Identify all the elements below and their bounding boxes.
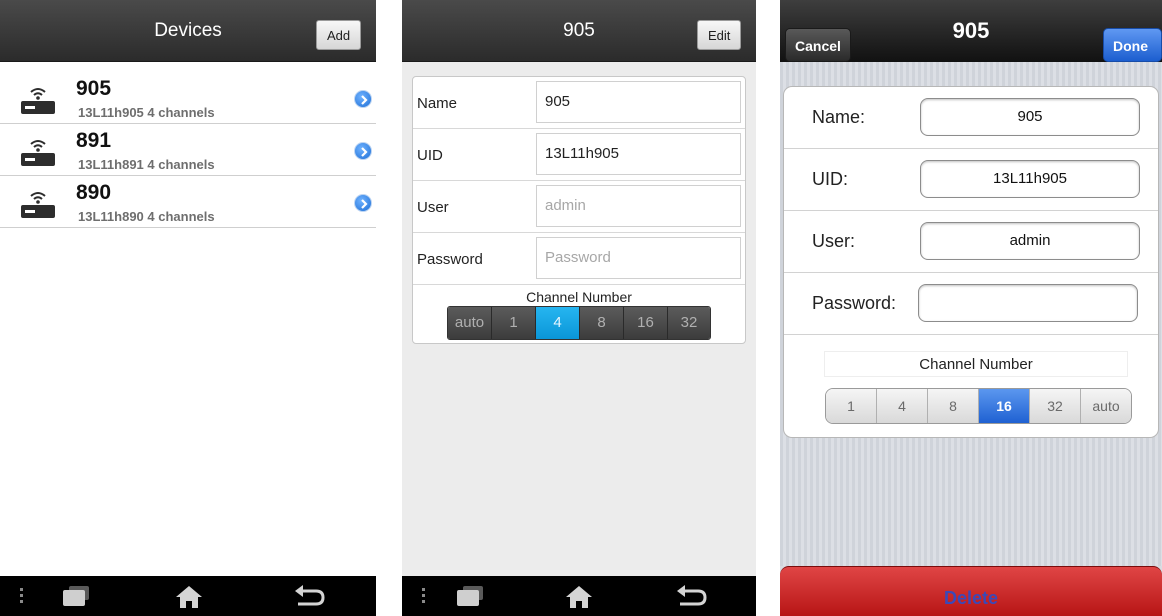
channel-option-32[interactable]: 32 (668, 307, 710, 339)
channel-segmented-control: 1 4 8 16 32 auto (825, 388, 1132, 424)
channel-option-16[interactable]: 16 (979, 389, 1030, 423)
add-button[interactable]: Add (316, 20, 362, 50)
device-subtitle: 13L11h891 4 channels (78, 157, 215, 172)
delete-label: Delete (943, 588, 999, 608)
menu-dots-icon[interactable] (422, 588, 426, 606)
uid-input[interactable]: 13L11h905 (920, 160, 1140, 198)
delete-button[interactable]: Delete (780, 566, 1162, 616)
uid-label: UID: (812, 169, 848, 189)
home-icon[interactable] (564, 584, 594, 610)
channel-option-auto[interactable]: auto (1081, 389, 1131, 423)
device-name: 891 (76, 129, 112, 152)
device-subtitle: 13L11h890 4 channels (78, 209, 215, 224)
recent-apps-icon[interactable] (454, 584, 486, 608)
ios-edit-screen: 905 Cancel Done Name: 905 UID: 13L11h905… (780, 0, 1162, 616)
name-label: Name: (812, 107, 866, 127)
device-row[interactable]: 890 13L11h890 4 channels (0, 176, 376, 228)
uid-row: UID: 13L11h905 (784, 149, 1158, 211)
password-label: Password: (812, 293, 897, 313)
password-row: Password Password (413, 233, 745, 285)
device-subtitle: 13L11h905 4 channels (78, 105, 215, 120)
channel-option-1[interactable]: 1 (826, 389, 877, 423)
password-row: Password: (784, 273, 1158, 335)
name-row: Name: 905 (784, 87, 1158, 149)
name-row: Name 905 (413, 77, 745, 129)
router-icon (21, 192, 55, 218)
channel-option-16[interactable]: 16 (624, 307, 668, 339)
uid-input[interactable]: 13L11h905 (536, 133, 741, 175)
user-input[interactable]: admin (920, 222, 1140, 260)
password-label: Password (417, 251, 483, 268)
ios-device-form: Name: 905 UID: 13L11h905 User: admin Pas… (783, 86, 1159, 438)
devices-screen: Devices Add 905 13L11h905 4 channels 891… (0, 0, 376, 616)
name-input[interactable]: 905 (536, 81, 741, 123)
router-icon (21, 140, 55, 166)
password-input[interactable]: Password (536, 237, 741, 279)
back-icon[interactable] (674, 584, 708, 608)
channel-option-1[interactable]: 1 (492, 307, 536, 339)
channel-option-32[interactable]: 32 (1030, 389, 1081, 423)
name-input[interactable]: 905 (920, 98, 1140, 136)
channel-option-4[interactable]: 4 (536, 307, 580, 339)
back-icon[interactable] (292, 584, 326, 608)
device-name: 905 (76, 77, 112, 100)
recent-apps-icon[interactable] (60, 584, 92, 608)
router-icon (21, 88, 55, 114)
user-label: User (417, 199, 449, 216)
channel-option-4[interactable]: 4 (877, 389, 928, 423)
menu-dots-icon[interactable] (20, 588, 24, 606)
uid-label: UID (417, 147, 443, 164)
edit-button[interactable]: Edit (697, 20, 742, 50)
password-input[interactable] (918, 284, 1138, 322)
device-row[interactable]: 891 13L11h891 4 channels (0, 124, 376, 176)
android-edit-screen: 905 Edit Name 905 UID 13L11h905 User adm… (402, 0, 756, 616)
channel-number-label: Channel Number (824, 351, 1128, 377)
android-nav-bar (0, 576, 376, 616)
chevron-right-circle-icon[interactable] (354, 194, 372, 212)
home-icon[interactable] (174, 584, 204, 610)
channel-segmented-control: auto 1 4 8 16 32 (447, 306, 711, 340)
android-nav-bar (402, 576, 756, 616)
channel-option-8[interactable]: 8 (580, 307, 624, 339)
devices-header: Devices Add (0, 0, 376, 62)
channel-option-8[interactable]: 8 (928, 389, 979, 423)
user-input[interactable]: admin (536, 185, 741, 227)
android-device-form: Name 905 UID 13L11h905 User admin Passwo… (412, 76, 746, 344)
uid-row: UID 13L11h905 (413, 129, 745, 181)
name-label: Name (417, 95, 458, 112)
device-name: 890 (76, 181, 112, 204)
channel-option-auto[interactable]: auto (448, 307, 492, 339)
cancel-button[interactable]: Cancel (785, 28, 851, 62)
user-row: User admin (413, 181, 745, 233)
user-label: User: (812, 231, 856, 251)
channel-number-label: Channel Number (526, 289, 632, 305)
done-button[interactable]: Done (1103, 28, 1162, 62)
chevron-right-circle-icon[interactable] (354, 90, 372, 108)
android-edit-header: 905 Edit (402, 0, 756, 62)
chevron-right-circle-icon[interactable] (354, 142, 372, 160)
user-row: User: admin (784, 211, 1158, 273)
device-row[interactable]: 905 13L11h905 4 channels (0, 72, 376, 124)
ios-nav-bar: 905 Cancel Done (780, 0, 1162, 62)
